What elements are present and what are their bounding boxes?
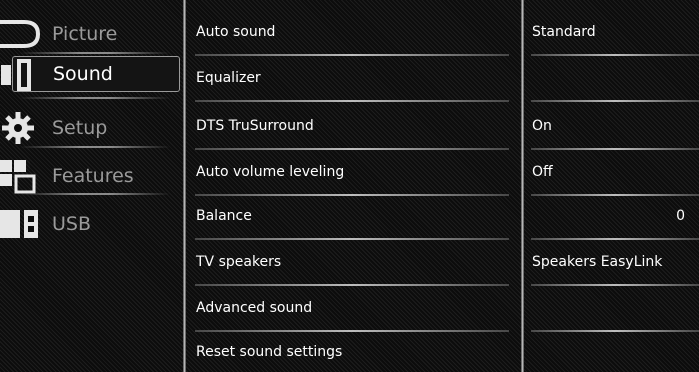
menu-item-label: Setup — [52, 117, 108, 139]
value-tv-speakers[interactable]: Speakers EasyLink — [527, 240, 699, 286]
gear-icon — [2, 112, 34, 144]
option-label: Equalizer — [196, 70, 261, 86]
value-balance[interactable]: 0 — [527, 194, 699, 240]
column-divider — [521, 0, 524, 372]
option-balance[interactable]: Balance — [189, 194, 523, 240]
option-label: TV speakers — [196, 254, 282, 270]
sound-options-list: Auto sound Equalizer DTS TruSurround Aut… — [189, 0, 523, 372]
value-label: 0 — [676, 208, 685, 224]
option-label: Reset sound settings — [196, 344, 343, 360]
menu-divider — [20, 193, 170, 195]
option-label: Balance — [196, 208, 252, 224]
option-label: Auto volume leveling — [196, 164, 345, 180]
value-auto-volume-leveling[interactable]: Off — [527, 150, 699, 196]
option-reset-sound-settings[interactable]: Reset sound settings — [189, 330, 523, 372]
row-divider — [195, 100, 509, 102]
value-advanced-sound[interactable] — [527, 286, 699, 332]
speaker-icon — [1, 59, 31, 91]
usb-icon — [0, 210, 38, 238]
menu-item-sound[interactable]: Sound — [1, 56, 180, 92]
menu-item-usb[interactable]: USB — [0, 206, 178, 242]
value-auto-sound[interactable]: Standard — [527, 10, 699, 56]
option-values-list: Standard On Off 0 Speakers EasyLink — [527, 0, 699, 372]
option-tv-speakers[interactable]: TV speakers — [189, 240, 523, 286]
main-menu: Picture Sound Setup Features USB — [0, 0, 186, 372]
value-reset-sound-settings[interactable] — [527, 330, 699, 372]
value-label: On — [532, 118, 552, 134]
value-label: Speakers EasyLink — [532, 254, 663, 270]
value-label: Standard — [532, 24, 596, 40]
value-equalizer[interactable] — [527, 56, 699, 102]
menu-item-label: Features — [52, 165, 134, 187]
option-auto-volume-leveling[interactable]: Auto volume leveling — [189, 150, 523, 196]
menu-divider — [20, 97, 170, 99]
menu-item-label: Picture — [52, 23, 118, 45]
menu-item-label: Sound — [53, 63, 113, 85]
option-dts-trusurround[interactable]: DTS TruSurround — [189, 104, 523, 150]
option-auto-sound[interactable]: Auto sound — [189, 10, 523, 56]
features-icon — [0, 160, 36, 194]
option-advanced-sound[interactable]: Advanced sound — [189, 286, 523, 332]
column-divider — [183, 0, 186, 372]
menu-item-picture[interactable]: Picture — [0, 16, 178, 52]
value-label: Off — [532, 164, 553, 180]
option-label: Auto sound — [196, 24, 276, 40]
row-divider — [531, 100, 699, 102]
menu-divider — [20, 52, 170, 54]
option-label: DTS TruSurround — [196, 118, 314, 134]
menu-item-features[interactable]: Features — [0, 158, 178, 194]
picture-icon — [0, 20, 41, 48]
option-equalizer[interactable]: Equalizer — [189, 56, 523, 102]
menu-item-setup[interactable]: Setup — [0, 110, 178, 146]
option-label: Advanced sound — [196, 300, 313, 316]
menu-item-label: USB — [52, 213, 92, 235]
menu-divider — [20, 146, 170, 148]
value-dts-trusurround[interactable]: On — [527, 104, 699, 150]
